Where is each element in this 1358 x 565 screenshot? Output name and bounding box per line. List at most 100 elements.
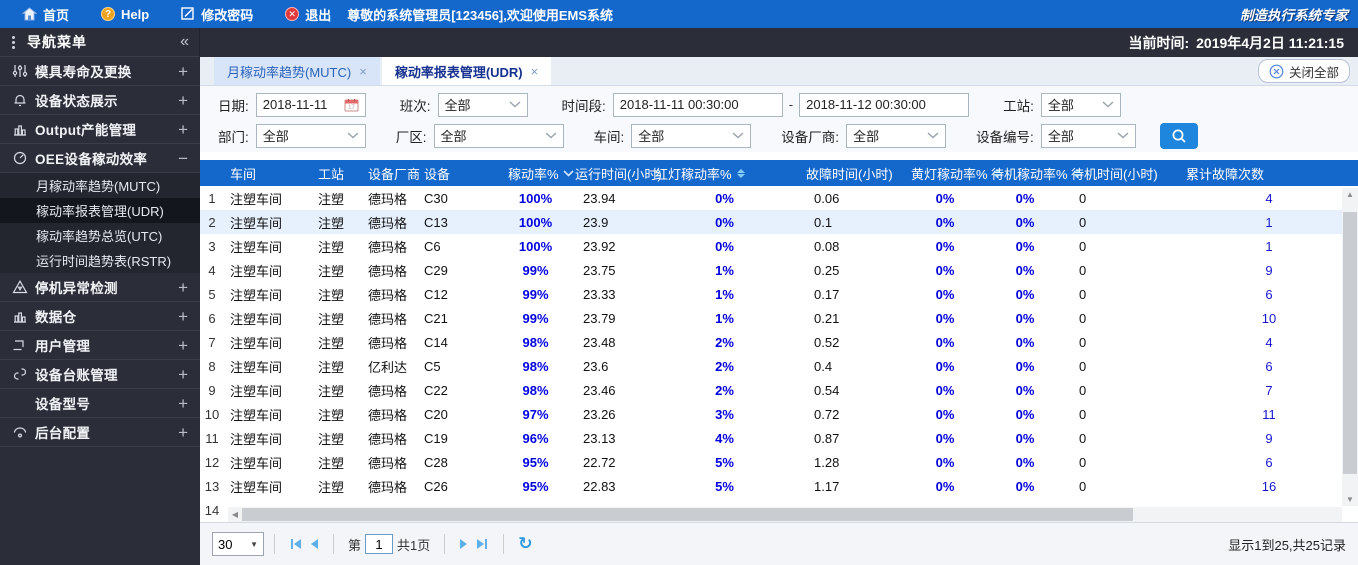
column-header[interactable]: 待机时间(小时): [1065, 160, 1180, 186]
sidebar-subitem[interactable]: 稼动率趋势总览(UTC): [0, 223, 200, 248]
expand-plus-icon[interactable]: +: [178, 63, 188, 80]
table-row[interactable]: 13 注塑车间 注塑 德玛格 C26 95% 22.83 5% 1.17 0% 0% 0 16: [200, 474, 1358, 498]
logout-button[interactable]: ✕ 退出: [285, 5, 331, 24]
column-header[interactable]: 车间: [224, 160, 312, 186]
column-header[interactable]: 黄灯稼动率%: [905, 160, 1001, 186]
no-icon: [12, 395, 28, 411]
table-row[interactable]: 8 注塑车间 注塑 亿利达 C5 98% 23.6 2% 0.4 0% 0% 0 6: [200, 354, 1358, 378]
device-number-select[interactable]: 全部: [1040, 123, 1136, 148]
vendor-select[interactable]: 全部: [846, 123, 947, 148]
tab-0[interactable]: 月稼动率趋势(MUTC) ×: [214, 57, 380, 85]
time-to-input[interactable]: 2018-11-12 00:30:00: [799, 92, 970, 117]
cell: 95%: [522, 478, 549, 494]
refresh-button[interactable]: ↻: [518, 534, 532, 554]
logout-label: 退出: [305, 7, 332, 23]
tab-close-icon[interactable]: ×: [531, 64, 539, 79]
next-page-button[interactable]: [460, 539, 468, 549]
page-size-select[interactable]: 30 ▼: [212, 532, 264, 556]
sidebar-item-7[interactable]: 设备台账管理 +: [0, 360, 200, 389]
sidebar-item-3[interactable]: OEE设备稼动效率 −: [0, 144, 200, 173]
table-row[interactable]: 2 注塑车间 注塑 德玛格 C13 100% 23.9 0% 0.1 0% 0% 0 1: [200, 210, 1358, 234]
range-separator: -: [788, 97, 794, 112]
sidebar-item-0[interactable]: 模具寿命及更换 +: [0, 57, 200, 86]
table-row[interactable]: 3 注塑车间 注塑 德玛格 C6 100% 23.92 0% 0.08 0% 0% 0 1: [200, 234, 1358, 258]
page-input[interactable]: [365, 534, 394, 554]
table-row[interactable]: 4 注塑车间 注塑 德玛格 C29 99% 23.75 1% 0.25 0% 0% 0 9: [200, 258, 1358, 282]
calendar-icon[interactable]: 17: [344, 98, 359, 112]
table-row[interactable]: 12 注塑车间 注塑 德玛格 C28 95% 22.72 5% 1.28 0% 0% 0 6: [200, 450, 1358, 474]
home-button[interactable]: 首页: [22, 5, 69, 24]
sidebar-item-1[interactable]: 设备状态展示 +: [0, 86, 200, 115]
station-select[interactable]: 全部: [1040, 92, 1121, 117]
sidebar-item-label: 用户管理: [35, 339, 91, 354]
column-header[interactable]: 设备: [418, 160, 502, 186]
column-header[interactable]: 红灯稼动率%: [649, 160, 800, 186]
expand-plus-icon[interactable]: +: [178, 366, 188, 383]
shift-select[interactable]: 全部: [437, 92, 528, 117]
date-input[interactable]: 2018-11-11 17: [255, 92, 366, 117]
sidebar-item-2[interactable]: Output产能管理 +: [0, 115, 200, 144]
plant-select[interactable]: 全部: [433, 123, 564, 148]
cell: C21: [424, 310, 448, 326]
cell: 注塑: [318, 335, 345, 351]
horizontal-scroll-thumb[interactable]: [242, 508, 1134, 521]
sidebar-subitem[interactable]: 稼动率报表管理(UDR): [0, 198, 200, 223]
sidebar-item-8[interactable]: 设备型号 +: [0, 389, 200, 418]
tab-close-icon[interactable]: ×: [359, 64, 367, 79]
expand-plus-icon[interactable]: +: [178, 424, 188, 441]
table-row[interactable]: 9 注塑车间 注塑 德玛格 C22 98% 23.46 2% 0.54 0% 0% 0 7: [200, 378, 1358, 402]
table-row[interactable]: 5 注塑车间 注塑 德玛格 C12 99% 23.33 1% 0.17 0% 0% 0 6: [200, 282, 1358, 306]
sort-icon[interactable]: [736, 168, 745, 178]
time-from-input[interactable]: 2018-11-11 00:30:00: [612, 92, 783, 117]
table-row[interactable]: 6 注塑车间 注塑 德玛格 C21 99% 23.79 1% 0.21 0% 0% 0 10: [200, 306, 1358, 330]
help-button[interactable]: ? Help: [101, 7, 149, 22]
column-header[interactable]: 运行时间(小时): [569, 160, 662, 186]
table-row[interactable]: 10 注塑车间 注塑 德玛格 C20 97% 23.26 3% 0.72 0% 0% 0 11: [200, 402, 1358, 426]
cell: 德玛格: [368, 479, 408, 495]
table-row[interactable]: 7 注塑车间 注塑 德玛格 C14 98% 23.48 2% 0.52 0% 0% 0 4: [200, 330, 1358, 354]
prev-page-button[interactable]: [311, 539, 318, 549]
column-header[interactable]: [200, 160, 224, 186]
brand-text: 制造执行系统专家: [1240, 8, 1348, 23]
table-row[interactable]: 1 注塑车间 注塑 德玛格 C30 100% 23.94 0% 0.06 0% 0% 0 4: [200, 186, 1358, 210]
expand-plus-icon[interactable]: +: [178, 308, 188, 325]
department-select[interactable]: 全部: [255, 123, 366, 148]
collapse-sidebar-button[interactable]: «: [180, 33, 189, 51]
collapse-minus-icon[interactable]: −: [178, 150, 188, 167]
sidebar-item-5[interactable]: 数据仓 +: [0, 302, 200, 331]
expand-plus-icon[interactable]: +: [178, 337, 188, 354]
expand-plus-icon[interactable]: +: [178, 395, 188, 412]
close-all-button[interactable]: 关闭全部: [1257, 59, 1350, 83]
expand-plus-icon[interactable]: +: [178, 279, 188, 296]
tab-1[interactable]: 稼动率报表管理(UDR) ×: [381, 57, 552, 85]
column-header[interactable]: 待机稼动率%: [985, 160, 1081, 186]
scroll-left-icon[interactable]: ◀: [228, 510, 242, 519]
last-page-button[interactable]: [477, 539, 488, 549]
sidebar-subitem[interactable]: 月稼动率趋势(MUTC): [0, 173, 200, 198]
cell: 0%: [1015, 454, 1035, 470]
vertical-scroll-thumb[interactable]: [1343, 212, 1357, 474]
search-button[interactable]: [1159, 122, 1198, 149]
table-row[interactable]: 11 注塑车间 注塑 德玛格 C19 96% 23.13 4% 0.87 0% 0% 0 9: [200, 426, 1358, 450]
scroll-up-icon[interactable]: ▲: [1342, 188, 1358, 201]
column-header[interactable]: 设备厂商: [362, 160, 420, 186]
sidebar-item-6[interactable]: 用户管理 +: [0, 331, 200, 360]
column-header[interactable]: 累计故障次数: [1180, 160, 1358, 186]
workshop-select[interactable]: 全部: [631, 123, 752, 148]
cell: 注塑车间: [230, 287, 283, 303]
sidebar-item-4[interactable]: 停机异常检测 +: [0, 273, 200, 302]
horizontal-scrollbar[interactable]: ◀: [228, 507, 1342, 522]
column-header[interactable]: 稼动率%: [502, 160, 574, 186]
sidebar-subitem[interactable]: 运行时间趋势表(RSTR): [0, 248, 200, 273]
expand-plus-icon[interactable]: +: [178, 92, 188, 109]
cell: 0: [1079, 454, 1087, 470]
column-header[interactable]: 工站: [312, 160, 362, 186]
column-header[interactable]: 故障时间(小时): [800, 160, 905, 186]
first-page-button[interactable]: [290, 539, 301, 549]
expand-plus-icon[interactable]: +: [178, 121, 188, 138]
column-header-label: 车间: [230, 166, 257, 182]
scroll-down-icon[interactable]: ▼: [1342, 493, 1358, 506]
sidebar-item-9[interactable]: 后台配置 +: [0, 418, 200, 447]
change-password-button[interactable]: 修改密码: [181, 5, 253, 24]
vertical-scrollbar[interactable]: ▲ ▼: [1342, 188, 1358, 506]
